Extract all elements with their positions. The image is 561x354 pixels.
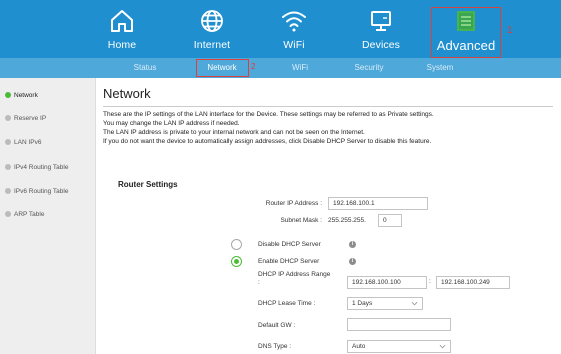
lease-time-select[interactable]: 1 Days (347, 297, 423, 310)
tab-home-label: Home (107, 39, 137, 51)
subtab-system[interactable]: System (415, 58, 465, 78)
subtab-wifi[interactable]: WiFi (282, 58, 318, 78)
info-icon[interactable]: i (349, 258, 356, 265)
router-ip-input[interactable]: 192.168.100.1 (328, 197, 428, 210)
sidebar-item-label: Reserve IP (14, 114, 47, 122)
callout-2: 2 (251, 62, 256, 71)
subnet-mask-prefix: 255.255.255. (328, 217, 366, 224)
sidebar-item-ipv4-routing-table[interactable]: IPv4 Routing Table (5, 160, 68, 174)
sub-navigation-bar: Status Network WiFi Security System 2 (0, 58, 561, 78)
tab-wifi-label: WiFi (283, 39, 305, 51)
dhcp-range-label: DHCP IP Address Range : (258, 271, 331, 286)
disable-dhcp-label: Disable DHCP Server (258, 241, 321, 248)
tab-devices-label: Devices (361, 39, 401, 51)
page-title: Network (103, 86, 151, 101)
chevron-down-icon (439, 344, 446, 349)
status-dot-icon (5, 92, 11, 98)
lease-time-label: DHCP Lease Time : (258, 300, 316, 307)
info-icon[interactable]: i (349, 241, 356, 248)
description-line: If you do not want the device to automat… (103, 138, 432, 145)
sidebar-item-arp-table[interactable]: ARP Table (5, 207, 44, 221)
sidebar-item-label: IPv4 Routing Table (14, 163, 69, 171)
tab-home[interactable]: Home (86, 0, 158, 58)
enable-dhcp-radio[interactable] (231, 256, 242, 267)
monitor-icon (371, 11, 391, 31)
status-dot-icon (5, 211, 11, 217)
chevron-down-icon (411, 301, 418, 306)
router-ip-label: Router IP Address : (265, 200, 322, 207)
router-settings-heading: Router Settings (118, 180, 178, 189)
description-line: The LAN IP address is private to your in… (103, 129, 365, 136)
subtab-status[interactable]: Status (122, 58, 168, 78)
default-gw-input[interactable] (347, 318, 451, 331)
title-divider (103, 106, 553, 107)
dns-type-select[interactable]: Auto (347, 340, 451, 353)
subtab-security[interactable]: Security (342, 58, 396, 78)
sidebar-item-network[interactable]: Network (5, 88, 38, 102)
home-icon (111, 10, 133, 32)
disable-dhcp-radio[interactable] (231, 239, 242, 250)
sidebar-item-label: LAN IPv6 (14, 138, 42, 146)
callout-1: 1 (507, 25, 513, 36)
subnet-mask-last-octet-input[interactable]: 0 (378, 214, 402, 227)
enable-dhcp-label: Enable DHCP Server (258, 258, 320, 265)
sidebar-item-label: IPv6 Routing Table (14, 187, 69, 195)
status-dot-icon (5, 188, 11, 194)
tab-internet-label: Internet (193, 39, 231, 51)
status-dot-icon (5, 164, 11, 170)
sidebar-item-reserve-ip[interactable]: Reserve IP (5, 111, 46, 125)
tab-wifi[interactable]: WiFi (263, 0, 325, 58)
sidebar-item-ipv6-routing-table[interactable]: IPv6 Routing Table (5, 184, 68, 198)
description-line: You may change the LAN IP address if nee… (103, 120, 240, 127)
advanced-tab-highlight (431, 7, 501, 58)
network-subtab-highlight (196, 59, 249, 77)
dhcp-range-start-input[interactable]: 192.168.100.100 (347, 276, 427, 289)
description-line: These are the IP settings of the LAN int… (103, 111, 434, 118)
sidebar: Network Reserve IP LAN IPv6 IPv4 Routing… (0, 78, 96, 354)
dns-type-value: Auto (352, 343, 366, 350)
sidebar-item-label: ARP Table (14, 210, 45, 218)
status-dot-icon (5, 139, 11, 145)
status-dot-icon (5, 115, 11, 121)
tab-internet[interactable]: Internet (171, 0, 253, 58)
top-navigation-bar: Home Internet WiFi Devices Advanced 1 (0, 0, 561, 58)
dns-type-label: DNS Type : (258, 343, 292, 350)
dhcp-range-end-input[interactable]: 192.168.100.249 (436, 276, 510, 289)
globe-icon (201, 10, 223, 32)
default-gw-label: Default GW : (258, 322, 296, 329)
main-content: Network These are the IP settings of the… (96, 78, 561, 354)
tab-devices[interactable]: Devices (340, 0, 422, 58)
wifi-icon (282, 11, 306, 32)
sidebar-item-lan-ipv6[interactable]: LAN IPv6 (5, 135, 41, 149)
subnet-mask-label: Subnet Mask : (280, 217, 322, 224)
lease-time-value: 1 Days (352, 300, 373, 307)
sidebar-item-label: Network (14, 91, 38, 99)
range-separator: : (429, 278, 431, 285)
